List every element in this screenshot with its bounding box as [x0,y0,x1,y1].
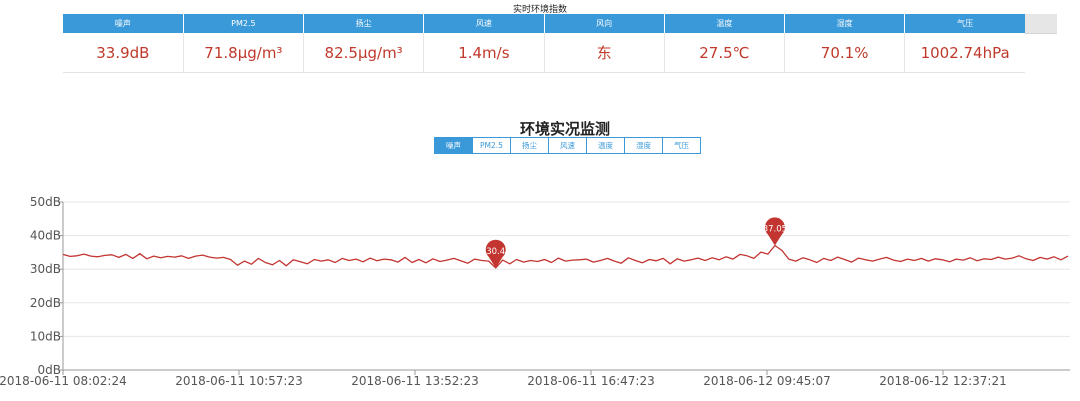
y-tick-label: 30dB [30,262,61,276]
x-tick-label: 2018-06-12 09:45:07 [703,374,830,388]
x-tick-label: 2018-06-11 10:57:23 [175,374,302,388]
y-tick-label: 10dB [30,329,61,343]
y-tick-label: 50dB [30,195,61,209]
x-tick-label: 2018-06-11 08:02:24 [0,374,127,388]
x-tick-label: 2018-06-12 12:37:21 [879,374,1006,388]
noise-line-chart: 0dB10dB20dB30dB40dB50dB2018-06-11 08:02:… [0,195,1070,388]
marker-label: 30.4 [486,247,505,257]
marker-label: 37.05 [763,225,787,235]
y-tick-label: 40dB [30,229,61,243]
noise-series-line [62,244,1069,269]
y-tick-label: 20dB [30,296,61,310]
x-tick-label: 2018-06-11 16:47:23 [527,374,654,388]
x-tick-label: 2018-06-11 13:52:23 [351,374,478,388]
